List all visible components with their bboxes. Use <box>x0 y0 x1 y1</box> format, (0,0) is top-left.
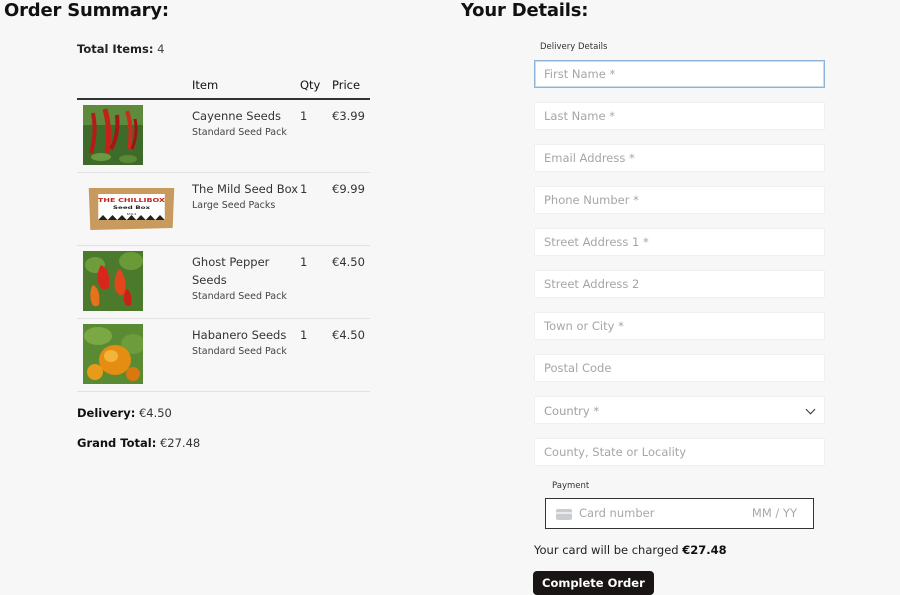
item-price: €4.50 <box>332 245 370 319</box>
item-size: Standard Seed Pack <box>192 127 287 138</box>
grand-total: Grand Total: €27.48 <box>77 436 200 450</box>
box-brand-text: THE CHILLIBOX <box>98 197 165 203</box>
item-qty: 1 <box>300 318 332 392</box>
complete-order-button[interactable]: Complete Order <box>533 571 654 595</box>
item-price: €3.99 <box>332 99 370 173</box>
grand-total-value: €27.48 <box>159 436 201 450</box>
payment-label: Payment <box>552 481 590 491</box>
delivery-label: Delivery: <box>77 406 136 420</box>
county-input[interactable] <box>534 438 825 466</box>
street-address-1-input[interactable] <box>534 228 825 256</box>
delivery-value: €4.50 <box>138 406 172 420</box>
habanero-seeds-image[interactable] <box>83 324 143 384</box>
item-qty: 1 <box>300 99 332 173</box>
column-header-item: Item <box>192 74 300 100</box>
grand-total-label: Grand Total: <box>77 436 157 450</box>
item-name[interactable]: Cayenne Seeds <box>192 107 300 125</box>
column-header-image <box>77 74 192 100</box>
item-price: €9.99 <box>332 172 370 246</box>
country-select-value: Country * <box>544 404 600 418</box>
chevron-down-icon <box>805 404 816 415</box>
item-size: Large Seed Packs <box>192 200 276 211</box>
table-row: Cayenne Seeds Standard Seed Pack 1 €3.99 <box>77 99 370 173</box>
total-items: Total Items: 4 <box>77 42 164 56</box>
item-name[interactable]: The Mild Seed Box <box>192 180 300 198</box>
table-row: Habanero Seeds Standard Seed Pack 1 €4.5… <box>77 318 370 392</box>
charge-notice: Your card will be charged €27.48 <box>534 543 727 557</box>
item-price: €4.50 <box>332 318 370 392</box>
charge-text: Your card will be charged <box>534 543 679 557</box>
email-input[interactable] <box>534 144 825 172</box>
charge-amount: €27.48 <box>682 543 727 557</box>
item-name[interactable]: Ghost Pepper Seeds <box>192 253 300 289</box>
total-items-value: 4 <box>157 42 165 56</box>
item-size: Standard Seed Pack <box>192 291 287 302</box>
item-qty: 1 <box>300 245 332 319</box>
ghost-pepper-seeds-image[interactable] <box>83 251 143 311</box>
phone-input[interactable] <box>534 186 825 214</box>
item-size: Standard Seed Pack <box>192 346 287 357</box>
cayenne-seeds-image[interactable] <box>83 105 143 165</box>
last-name-input[interactable] <box>534 102 825 130</box>
your-details-heading: Your Details: <box>461 0 589 21</box>
country-select[interactable]: Country * <box>534 396 825 424</box>
item-name[interactable]: Habanero Seeds <box>192 326 300 344</box>
delivery-details-label: Delivery Details <box>540 42 608 52</box>
town-input[interactable] <box>534 312 825 340</box>
card-element[interactable]: Card number MM / YY <box>545 498 814 529</box>
mild-seed-box-image[interactable]: THE CHILLIBOX Seed Box Mild <box>84 178 179 238</box>
box-variant-text: Mild <box>127 212 137 216</box>
card-number-input[interactable]: Card number <box>579 506 654 520</box>
table-row: THE CHILLIBOX Seed Box Mild The Mild See… <box>77 172 370 246</box>
first-name-input[interactable] <box>534 60 825 88</box>
street-address-2-input[interactable] <box>534 270 825 298</box>
table-header-row: Item Qty Price <box>77 74 370 100</box>
box-title-text: Seed Box <box>113 205 150 210</box>
credit-card-icon <box>556 509 572 520</box>
postal-code-input[interactable] <box>534 354 825 382</box>
item-qty: 1 <box>300 172 332 246</box>
total-items-label: Total Items: <box>77 42 154 56</box>
delivery-cost: Delivery: €4.50 <box>77 406 172 420</box>
order-items-table: Item Qty Price Cayenne Seeds Standard Se… <box>77 74 370 392</box>
column-header-price: Price <box>332 74 370 100</box>
column-header-qty: Qty <box>300 74 332 100</box>
card-expiry-input[interactable]: MM / YY <box>752 506 797 520</box>
table-row: Ghost Pepper Seeds Standard Seed Pack 1 … <box>77 245 370 319</box>
order-summary-heading: Order Summary: <box>4 0 169 21</box>
